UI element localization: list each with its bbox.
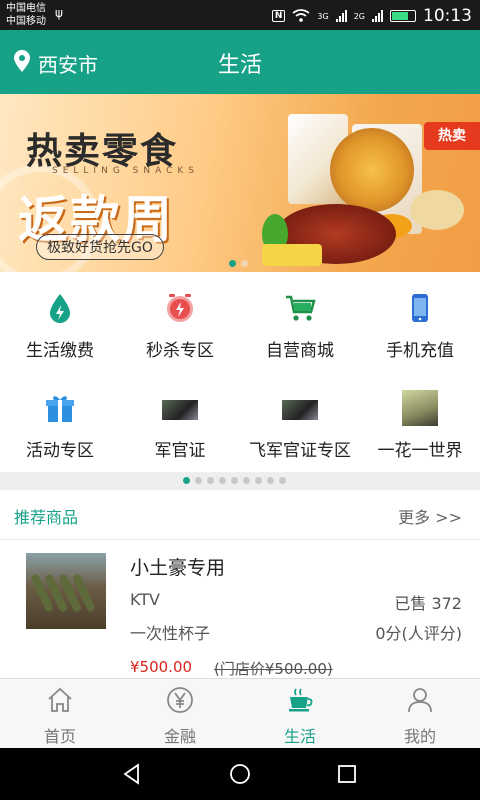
product-original-price: (门店价¥500.00)	[214, 660, 333, 678]
pager-dot	[183, 477, 190, 484]
user-icon	[408, 688, 432, 713]
pager-dot	[195, 477, 202, 484]
promo-banner[interactable]: 热卖零食 SELLING SNACKS 返款周 极致好货抢先GO 热卖	[0, 94, 480, 272]
service-label: 一花一世界	[377, 441, 463, 461]
phone-recharge-icon	[412, 294, 428, 322]
service-label: 军官证	[154, 441, 206, 461]
product-name: 小土豪专用	[130, 557, 226, 579]
snack-pack-image	[262, 244, 322, 266]
utility-payment-icon	[50, 294, 70, 323]
status-bar: 中国电信 中国移动 ψ N 3G 2G 10:13	[0, 0, 480, 30]
pager-dot	[279, 477, 286, 484]
yen-icon	[167, 687, 193, 713]
gift-icon	[46, 396, 74, 422]
shopping-cart-icon	[286, 295, 316, 321]
cookie-plate-image	[330, 128, 414, 212]
recommend-header: 推荐商品 更多 >>	[0, 490, 480, 540]
tab-label: 我的	[403, 727, 436, 746]
product-rating: 0分(人评分)	[375, 624, 462, 643]
tab-home[interactable]: 首页	[0, 679, 120, 749]
bread-image	[410, 190, 464, 230]
thumbnail-image	[162, 400, 198, 420]
network-type-1: 3G	[317, 11, 329, 21]
pager-dot	[219, 477, 226, 484]
status-icons: N 3G 2G 10:13	[271, 6, 472, 26]
signal-icon-2	[372, 10, 383, 22]
pager-dot	[231, 477, 238, 484]
page-title: 生活	[217, 53, 262, 78]
tab-label: 金融	[163, 727, 196, 746]
service-label: 飞军官证专区	[249, 441, 351, 461]
recommend-title: 推荐商品	[14, 508, 79, 527]
tab-label: 生活	[283, 727, 316, 746]
service-grid: 生活缴费 秒杀专区 自营商城 手机充值 活动专区 军官证 飞军官证专区 一花一世…	[0, 272, 480, 472]
app-header: 西安市 生活	[0, 30, 480, 94]
coffee-cup-icon	[289, 688, 313, 712]
recent-apps-icon[interactable]	[335, 762, 359, 786]
product-price: ¥500.00	[130, 658, 193, 676]
system-nav-bar	[0, 748, 480, 800]
service-officer-id[interactable]: 军官证	[120, 372, 240, 472]
home-nav-icon[interactable]	[228, 762, 252, 786]
service-utility-payment[interactable]: 生活缴费	[0, 272, 120, 372]
service-flower-world[interactable]: 一花一世界	[360, 372, 480, 472]
flash-sale-icon	[167, 294, 193, 322]
service-flash-sale[interactable]: 秒杀专区	[120, 272, 240, 372]
product-list-item[interactable]: 小土豪专用 KTV 已售 372 一次性杯子 0分(人评分) ¥500.00 (…	[0, 541, 480, 681]
product-sold-count: 已售 372	[394, 594, 462, 613]
more-link[interactable]: 更多 >>	[398, 504, 462, 528]
banner-subtitle: 极致好货抢先GO	[36, 234, 164, 260]
tab-me[interactable]: 我的	[360, 679, 480, 749]
home-icon	[48, 687, 72, 712]
service-label: 手机充值	[386, 341, 454, 361]
service-officer-zone[interactable]: 飞军官证专区	[240, 372, 360, 472]
service-grid-pager	[183, 477, 286, 484]
service-label: 生活缴费	[26, 341, 94, 361]
network-type-2: 2G	[353, 11, 365, 21]
service-phone-recharge[interactable]: 手机充值	[360, 272, 480, 372]
product-tag: KTV	[130, 590, 160, 609]
tab-finance[interactable]: 金融	[120, 679, 240, 749]
service-self-mall[interactable]: 自营商城	[240, 272, 360, 372]
pager-dot	[243, 477, 250, 484]
banner-english: SELLING SNACKS	[52, 166, 199, 176]
pager-dot	[229, 260, 236, 267]
carrier-2: 中国移动	[6, 16, 46, 27]
service-activity-zone[interactable]: 活动专区	[0, 372, 120, 472]
thumbnail-image	[402, 390, 438, 426]
product-image	[26, 553, 106, 629]
nfc-icon: N	[271, 10, 286, 22]
thumbnail-image	[282, 400, 318, 420]
pager-dot	[241, 260, 248, 267]
clock: 10:13	[423, 6, 472, 26]
service-grid-pager-bar	[0, 472, 480, 490]
tab-life[interactable]: 生活	[240, 679, 360, 749]
carrier-info: 中国电信 中国移动	[6, 2, 46, 28]
service-label: 自营商城	[266, 341, 334, 361]
signal-icon-1	[335, 10, 347, 22]
back-icon[interactable]	[120, 762, 144, 786]
product-tag: 一次性杯子	[130, 624, 211, 643]
battery-icon	[390, 10, 416, 22]
service-label: 活动专区	[26, 441, 94, 461]
pager-dot	[255, 477, 262, 484]
service-label: 秒杀专区	[146, 341, 214, 361]
pager-dot	[267, 477, 274, 484]
bottom-tab-bar: 首页 金融 生活 我的	[0, 678, 480, 748]
banner-pager	[229, 260, 248, 267]
carrier-1: 中国电信	[6, 3, 46, 14]
usb-icon: ψ	[55, 6, 63, 20]
pager-dot	[207, 477, 214, 484]
tab-label: 首页	[43, 727, 76, 746]
wifi-icon	[292, 9, 310, 22]
hot-sell-badge: 热卖	[424, 122, 480, 150]
